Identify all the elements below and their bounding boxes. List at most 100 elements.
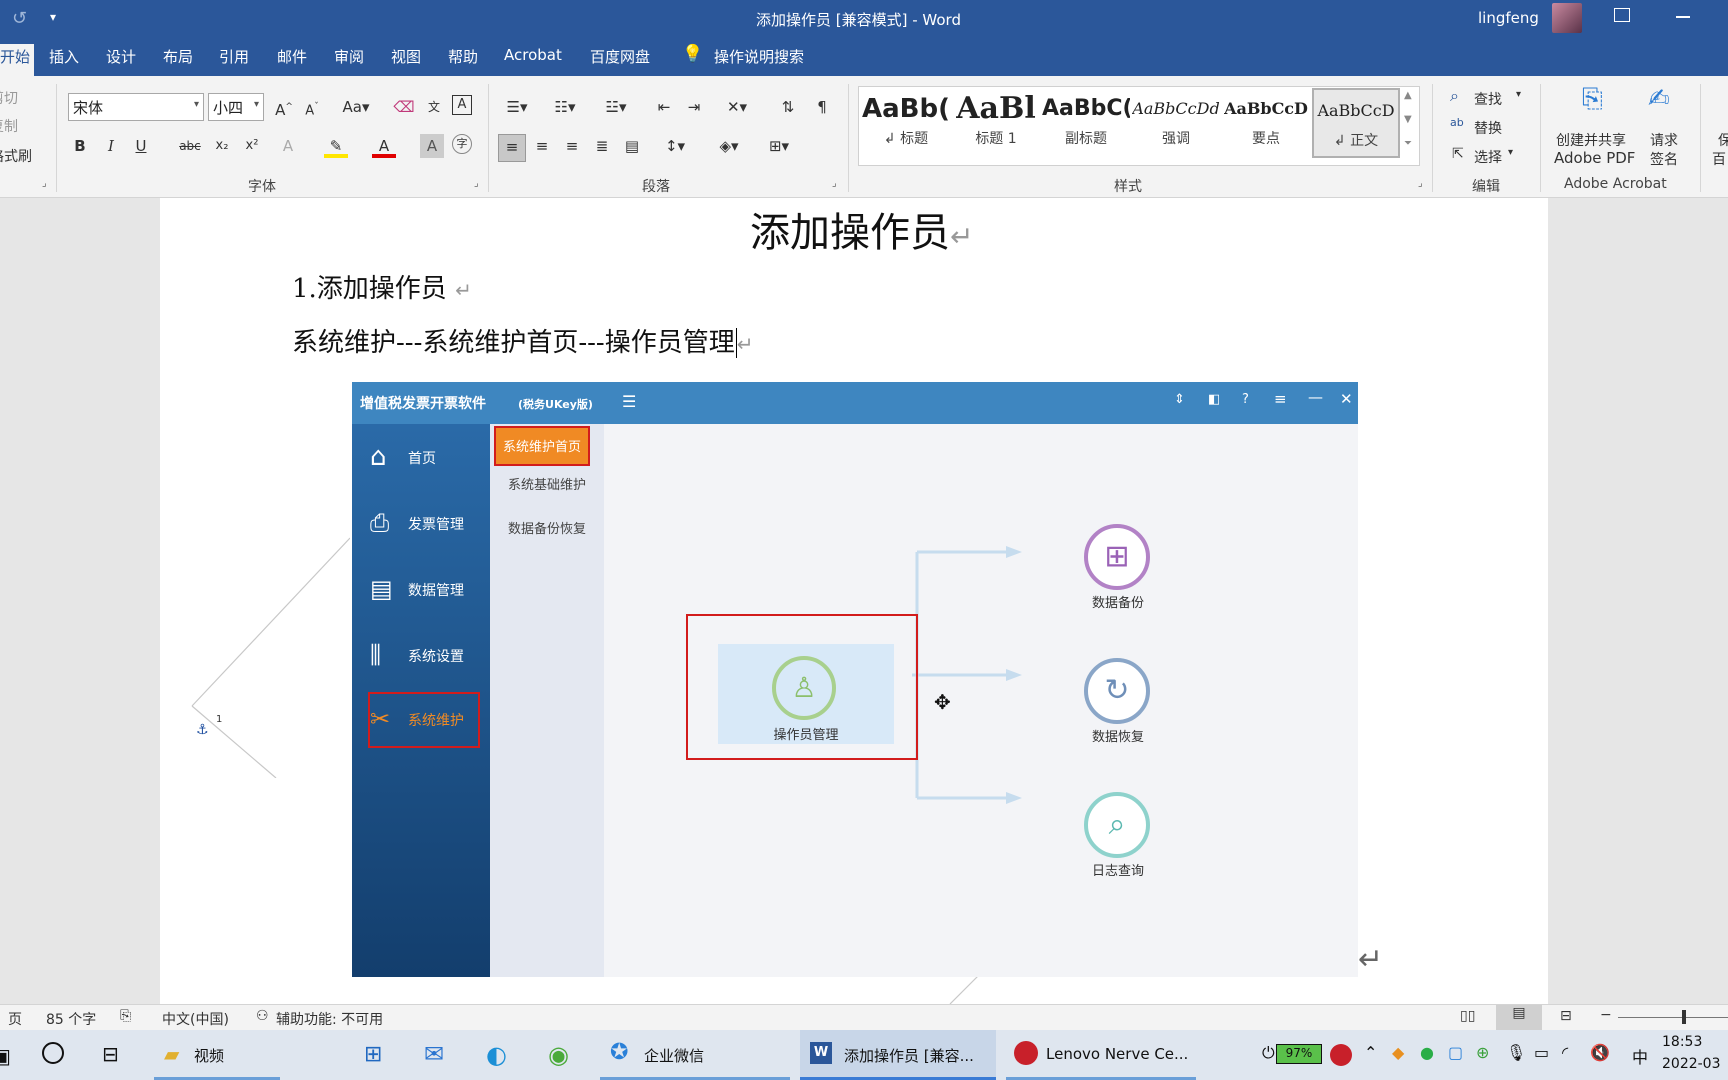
find-button[interactable]: 查找: [1474, 89, 1502, 109]
align-center-icon[interactable]: ≡: [530, 134, 554, 158]
more-line2[interactable]: 百: [1712, 149, 1726, 169]
style-title[interactable]: AaBb( ↲ 标题: [862, 88, 950, 158]
taskbar-item-word[interactable]: W 添加操作员 [兼容...: [800, 1030, 996, 1080]
sidebar-item-home[interactable]: ⌂ 首页: [352, 428, 490, 484]
ribbon-display-icon[interactable]: [1614, 8, 1630, 22]
align-right-icon[interactable]: ≡: [560, 134, 584, 158]
char-shading-icon[interactable]: A: [420, 134, 444, 158]
grow-font-icon[interactable]: A^: [272, 95, 296, 119]
styles-scroll-up-icon[interactable]: ▲: [1404, 90, 1412, 101]
tab-layout[interactable]: 布局: [163, 46, 193, 67]
subscript-icon[interactable]: x₂: [210, 134, 234, 158]
highlight-icon[interactable]: ✎: [324, 134, 348, 158]
path-paragraph[interactable]: 系统维护---系统维护首页---操作员管理 ↵: [292, 322, 753, 359]
char-border-icon[interactable]: A: [452, 95, 472, 115]
edge-icon[interactable]: ◐: [486, 1041, 507, 1080]
minimize-icon[interactable]: [1676, 16, 1690, 18]
borders-icon[interactable]: ⊞▾: [762, 134, 796, 158]
minimize-icon[interactable]: —: [1308, 388, 1323, 406]
tray-lenovo-icon[interactable]: [1330, 1044, 1352, 1066]
font-size-combo[interactable]: 小四 ▾: [208, 93, 264, 121]
create-pdf-line2[interactable]: Adobe PDF: [1554, 149, 1635, 167]
taskbar-item-wecom[interactable]: ✪ 企业微信: [600, 1030, 790, 1080]
store-icon[interactable]: ⊞: [364, 1042, 382, 1080]
tray-plus-icon[interactable]: ⊕: [1476, 1043, 1489, 1080]
font-name-combo[interactable]: 宋体 ▾: [68, 93, 204, 121]
style-subtitle[interactable]: AaBbC( 副标题: [1042, 88, 1130, 158]
battery-indicator[interactable]: 97%: [1276, 1044, 1322, 1064]
cursor-icon[interactable]: ⇱: [1452, 146, 1464, 162]
volume-icon[interactable]: 🔇: [1590, 1043, 1610, 1080]
user-name[interactable]: lingfeng: [1478, 9, 1539, 27]
language[interactable]: 中文(中国): [162, 1009, 229, 1029]
clock-date[interactable]: 2022-03: [1662, 1056, 1721, 1076]
styles-launcher-icon[interactable]: ⌟: [1418, 178, 1423, 189]
align-left-icon[interactable]: ≡: [498, 134, 526, 162]
embedded-screenshot[interactable]: 增值税发票开票软件 (税务UKey版) ☰ ⇕ ◧ ? ≡ — ✕ ⌂ 首页 ⎙…: [352, 382, 1358, 977]
read-mode-icon[interactable]: ▯▯: [1460, 1008, 1475, 1024]
close-icon[interactable]: ✕: [1340, 390, 1353, 408]
task-view-icon[interactable]: ⊟: [102, 1042, 119, 1080]
log-query-node[interactable]: ⌕ 日志查询: [1058, 792, 1178, 882]
mail-icon[interactable]: ✉: [424, 1040, 444, 1080]
search-icon[interactable]: [42, 1042, 64, 1064]
sidebar-item-invoice[interactable]: ⎙ 发票管理: [352, 494, 490, 550]
clock-time[interactable]: 18:53: [1662, 1034, 1702, 1054]
accessibility-status[interactable]: 辅助功能: 不可用: [276, 1009, 383, 1029]
window-mode-icon[interactable]: ◧: [1208, 392, 1220, 407]
heading-1[interactable]: 1.添加操作员 ↵: [292, 268, 472, 305]
increase-indent-icon[interactable]: ⇥: [682, 95, 706, 119]
replace-button[interactable]: 替换: [1474, 118, 1502, 138]
submenu-backup-restore[interactable]: 数据备份恢复: [490, 510, 604, 550]
request-sign-line1[interactable]: 请求: [1650, 130, 1678, 150]
styles-scroll-down-icon[interactable]: ▼: [1404, 114, 1412, 125]
tab-mailings[interactable]: 邮件: [277, 46, 307, 67]
chinese-layout-icon[interactable]: ✕▾: [720, 95, 754, 119]
tell-me-search[interactable]: 操作说明搜索: [714, 46, 804, 67]
tray-app-icon[interactable]: ◆: [1392, 1043, 1404, 1080]
tab-view[interactable]: 视图: [391, 46, 421, 67]
chevron-down-icon[interactable]: ▾: [1508, 147, 1513, 158]
select-button[interactable]: 选择: [1474, 147, 1502, 167]
bold-icon[interactable]: B: [68, 134, 92, 158]
shading-icon[interactable]: ◈▾: [712, 134, 746, 158]
sidebar-item-settings[interactable]: ⫼ 系统设置: [352, 626, 490, 682]
change-case-icon[interactable]: Aa▾: [338, 95, 374, 119]
enclose-char-icon[interactable]: 字: [452, 134, 472, 154]
zoom-slider[interactable]: [1618, 1017, 1728, 1018]
word-count[interactable]: 85 个字: [46, 1009, 96, 1029]
create-pdf-line1[interactable]: 创建并共享: [1556, 130, 1626, 150]
menu-toggle-icon[interactable]: ☰: [622, 392, 636, 411]
tab-baidu[interactable]: 百度网盘: [590, 46, 650, 67]
tab-home[interactable]: 开始: [0, 46, 30, 67]
paragraph-launcher-icon[interactable]: ⌟: [832, 178, 837, 189]
taskbar-item-lenovo[interactable]: Lenovo Nerve Ce...: [1006, 1030, 1196, 1080]
rotated-textbox-outline[interactable]: [180, 398, 350, 778]
tab-acrobat[interactable]: Acrobat: [504, 46, 562, 64]
sidebar-item-data[interactable]: ▤ 数据管理: [352, 560, 490, 616]
format-painter-button[interactable]: 格式刷: [0, 146, 32, 166]
sort-icon[interactable]: ⇅: [776, 95, 800, 119]
tab-references[interactable]: 引用: [219, 46, 249, 67]
tray-device-icon[interactable]: ▭: [1534, 1043, 1549, 1080]
qat-dropdown-icon[interactable]: ▾: [50, 10, 56, 24]
tab-design[interactable]: 设计: [106, 46, 136, 67]
restore-node[interactable]: ↻ 数据恢复: [1058, 658, 1178, 748]
backup-node[interactable]: ⊞ 数据备份: [1058, 524, 1178, 614]
shrink-font-icon[interactable]: Aˇ: [300, 95, 324, 119]
multilevel-list-icon[interactable]: ☳▾: [598, 95, 634, 119]
show-marks-icon[interactable]: ¶: [810, 95, 834, 119]
style-emphasis[interactable]: AaBbCcDd 强调: [1132, 88, 1220, 158]
line-spacing-icon[interactable]: ↕▾: [658, 134, 692, 158]
underline-icon[interactable]: U: [129, 134, 153, 158]
replace-icon[interactable]: ab: [1450, 116, 1464, 129]
avatar[interactable]: [1552, 3, 1582, 33]
menu-icon[interactable]: ≡: [1274, 390, 1287, 408]
document-area[interactable]: 添加操作员↵ 1.添加操作员 ↵ 系统维护---系统维护首页---操作员管理 ↵ …: [0, 198, 1728, 1004]
superscript-icon[interactable]: x²: [240, 134, 264, 158]
copy-button[interactable]: 复制: [0, 116, 18, 136]
justify-icon[interactable]: ≣: [590, 134, 614, 158]
font-launcher-icon[interactable]: ⌟: [474, 178, 479, 189]
text-effects-icon[interactable]: A: [276, 134, 300, 158]
taskbar-item-video[interactable]: ▰ 视频: [154, 1030, 280, 1080]
